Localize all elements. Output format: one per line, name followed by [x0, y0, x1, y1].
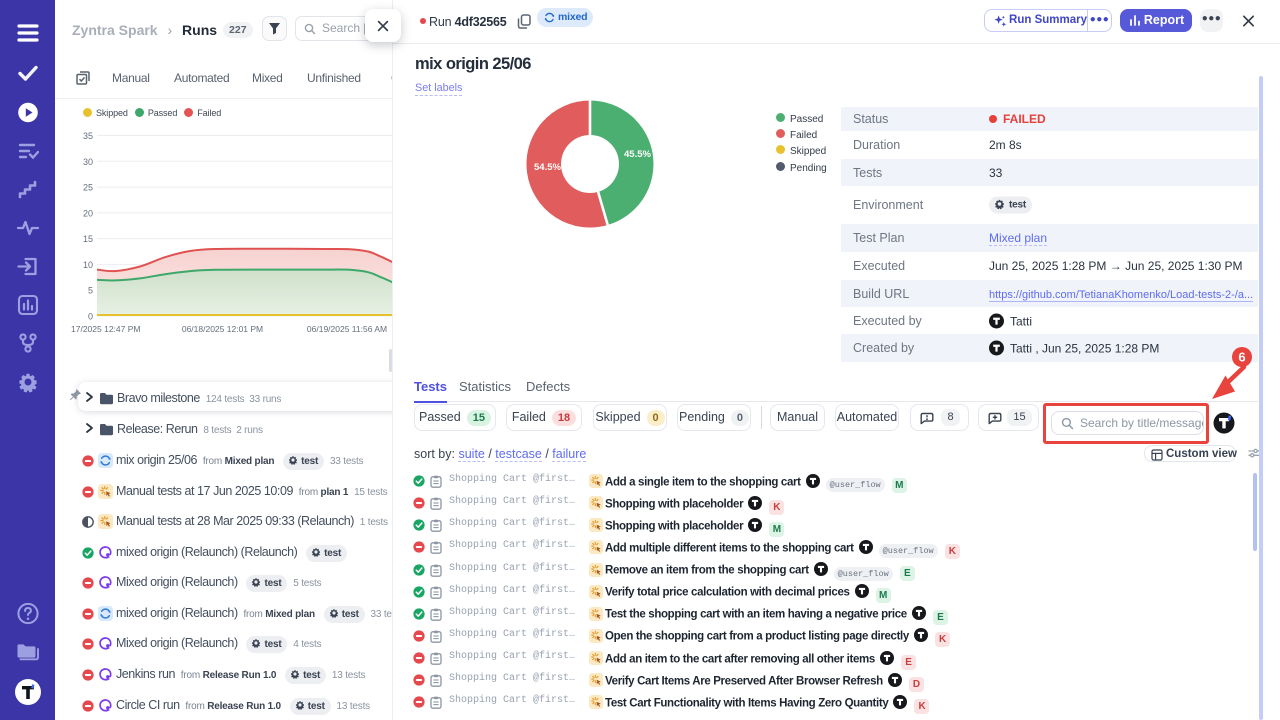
- svg-text:06/19/2025 11:56 AM: 06/19/2025 11:56 AM: [307, 324, 387, 334]
- svg-text:10: 10: [83, 260, 93, 270]
- svg-text:6: 6: [1238, 350, 1245, 365]
- svg-text:54.5%: 54.5%: [534, 162, 561, 173]
- svg-text:0: 0: [88, 312, 93, 322]
- svg-text:30: 30: [83, 157, 93, 167]
- svg-text:5: 5: [88, 286, 93, 296]
- svg-text:17/2025 12:47 PM: 17/2025 12:47 PM: [71, 324, 140, 334]
- svg-text:20: 20: [83, 209, 93, 219]
- svg-text:25: 25: [83, 183, 93, 193]
- svg-text:35: 35: [83, 131, 93, 141]
- svg-text:45.5%: 45.5%: [624, 149, 651, 160]
- svg-text:06/18/2025 12:01 PM: 06/18/2025 12:01 PM: [182, 324, 263, 334]
- svg-text:15: 15: [83, 234, 93, 244]
